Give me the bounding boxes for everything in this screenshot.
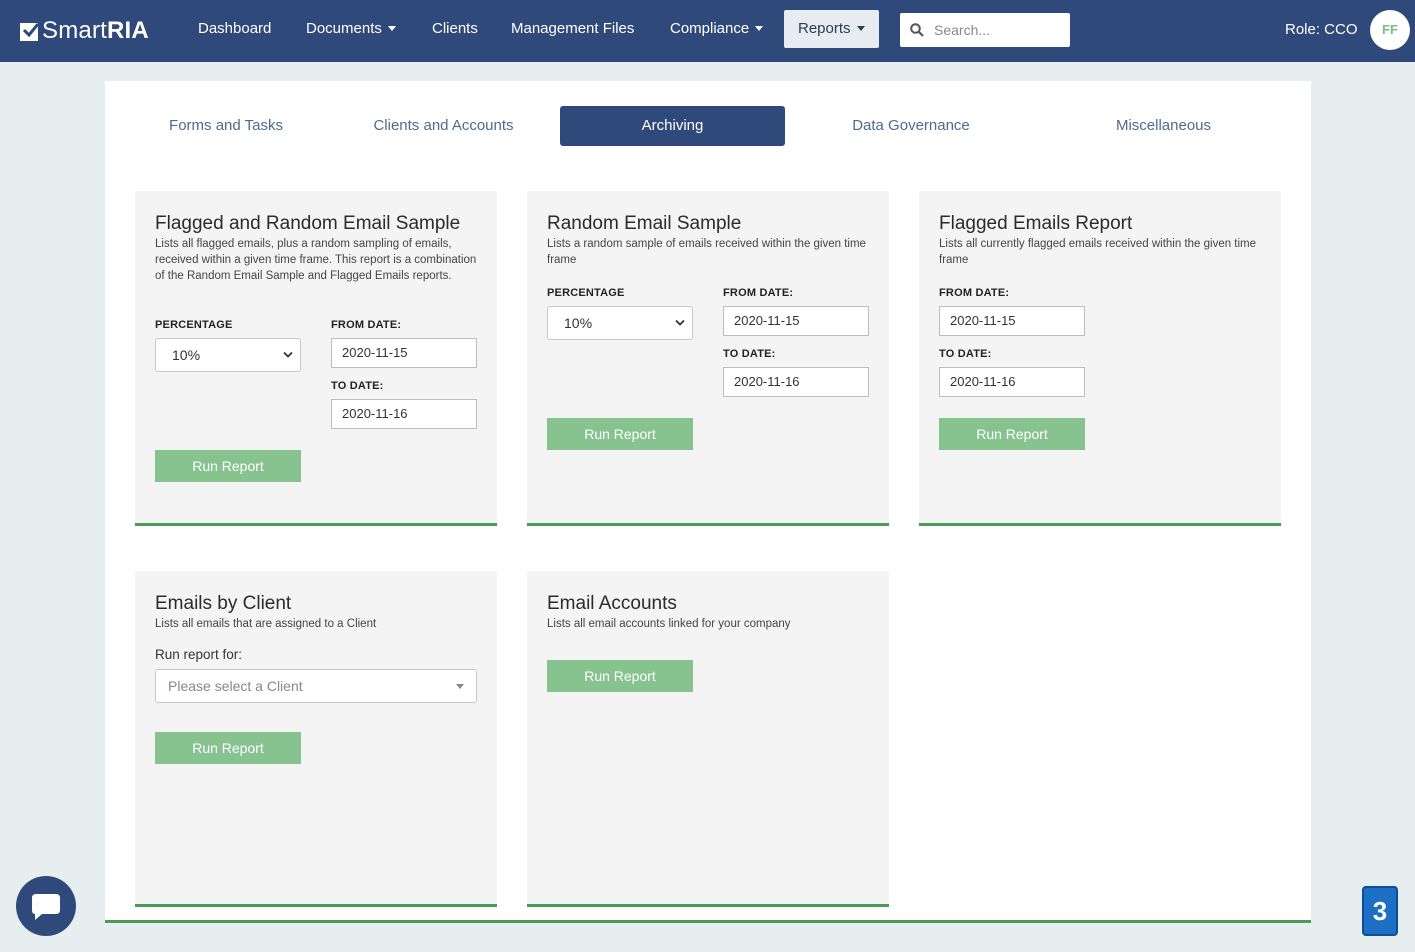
card-title: Flagged Emails Report — [939, 213, 1133, 234]
percentage-select[interactable]: 10% — [547, 306, 693, 340]
run-report-button[interactable]: Run Report — [547, 418, 693, 450]
tab-data-governance[interactable]: Data Governance — [818, 106, 1004, 146]
logo-text-bold: RIA — [107, 17, 149, 44]
logo-text-light: Smart — [42, 17, 108, 44]
search-box[interactable] — [900, 13, 1070, 47]
to-date-input[interactable]: 2020-11-16 — [331, 399, 477, 429]
logo[interactable]: Smart RIA — [20, 17, 149, 44]
tab-forms-and-tasks[interactable]: Forms and Tasks — [136, 106, 316, 146]
nav-management-files[interactable]: Management Files — [511, 10, 634, 48]
card-flagged-random-email-sample: Flagged and Random Email Sample Lists al… — [135, 191, 497, 526]
chevron-down-icon — [283, 351, 293, 358]
nav-reports[interactable]: Reports — [784, 10, 879, 48]
nav-dashboard[interactable]: Dashboard — [198, 10, 271, 48]
from-date-input[interactable]: 2020-11-15 — [723, 306, 869, 336]
card-emails-by-client: Emails by Client Lists all emails that a… — [135, 571, 497, 907]
run-report-button[interactable]: Run Report — [155, 732, 301, 764]
tab-clients-and-accounts[interactable]: Clients and Accounts — [346, 106, 541, 146]
client-select-placeholder: Please select a Client — [168, 678, 303, 694]
card-title: Emails by Client — [155, 593, 292, 614]
nav-dashboard-label: Dashboard — [198, 20, 272, 37]
notification-badge[interactable]: 3 — [1362, 886, 1398, 936]
caret-down-icon — [456, 684, 464, 689]
panel-bottom-border — [105, 920, 1311, 923]
nav-reports-label: Reports — [798, 20, 851, 37]
client-select[interactable]: Please select a Client — [155, 669, 477, 703]
nav-management-files-label: Management Files — [511, 20, 635, 37]
search-icon — [910, 23, 924, 37]
caret-down-icon — [856, 25, 865, 31]
run-report-button[interactable]: Run Report — [939, 418, 1085, 450]
nav-compliance-label: Compliance — [670, 20, 750, 37]
to-date-label: TO DATE: — [331, 380, 384, 392]
from-date-label: FROM DATE: — [331, 319, 402, 331]
caret-down-icon — [755, 25, 764, 31]
card-random-email-sample: Random Email Sample Lists a random sampl… — [527, 191, 889, 526]
to-date-input[interactable]: 2020-11-16 — [723, 367, 869, 397]
card-description: Lists all flagged emails, plus a random … — [155, 238, 477, 282]
avatar[interactable]: FF — [1370, 10, 1410, 50]
percentage-label: PERCENTAGE — [155, 319, 233, 331]
chevron-down-icon — [675, 319, 685, 326]
from-date-input[interactable]: 2020-11-15 — [939, 306, 1085, 336]
chat-launcher[interactable] — [16, 876, 76, 936]
percentage-select[interactable]: 10% — [155, 338, 301, 372]
from-date-label: FROM DATE: — [939, 287, 1010, 299]
card-title: Random Email Sample — [547, 213, 742, 234]
run-report-button[interactable]: Run Report — [155, 450, 301, 482]
nav-documents[interactable]: Documents — [306, 10, 396, 48]
card-description: Lists all emails that are assigned to a … — [155, 618, 377, 630]
chat-bubble-icon — [32, 894, 60, 920]
card-title: Email Accounts — [547, 593, 677, 614]
card-flagged-emails-report: Flagged Emails Report Lists all currentl… — [919, 191, 1281, 526]
run-report-button[interactable]: Run Report — [547, 660, 693, 692]
tab-miscellaneous[interactable]: Miscellaneous — [1076, 106, 1251, 146]
from-date-input[interactable]: 2020-11-15 — [331, 338, 477, 368]
nav-compliance[interactable]: Compliance — [670, 10, 764, 48]
logo-check-icon — [20, 23, 39, 41]
nav-clients-label: Clients — [432, 20, 478, 37]
from-date-label: FROM DATE: — [723, 287, 794, 299]
card-email-accounts: Email Accounts Lists all email accounts … — [527, 571, 889, 907]
percentage-label: PERCENTAGE — [547, 287, 625, 299]
card-description: Lists all email accounts linked for your… — [547, 618, 791, 630]
percentage-value: 10% — [172, 347, 201, 363]
to-date-input[interactable]: 2020-11-16 — [939, 367, 1085, 397]
to-date-label: TO DATE: — [939, 348, 992, 360]
run-report-for-label: Run report for: — [155, 647, 243, 662]
card-description: Lists a random sample of emails received… — [547, 238, 866, 266]
nav-documents-label: Documents — [306, 20, 382, 37]
to-date-label: TO DATE: — [723, 348, 776, 360]
top-navbar: Smart RIA Dashboard Documents Clients Man… — [0, 0, 1415, 62]
search-input[interactable] — [934, 19, 1062, 41]
percentage-value: 10% — [564, 315, 593, 331]
nav-clients[interactable]: Clients — [432, 10, 478, 48]
card-title: Flagged and Random Email Sample — [155, 213, 461, 234]
caret-down-icon — [387, 25, 396, 31]
card-description: Lists all currently flagged emails recei… — [939, 238, 1257, 266]
tab-archiving[interactable]: Archiving — [560, 106, 785, 146]
role-indicator: Role: CCO — [1285, 21, 1358, 38]
